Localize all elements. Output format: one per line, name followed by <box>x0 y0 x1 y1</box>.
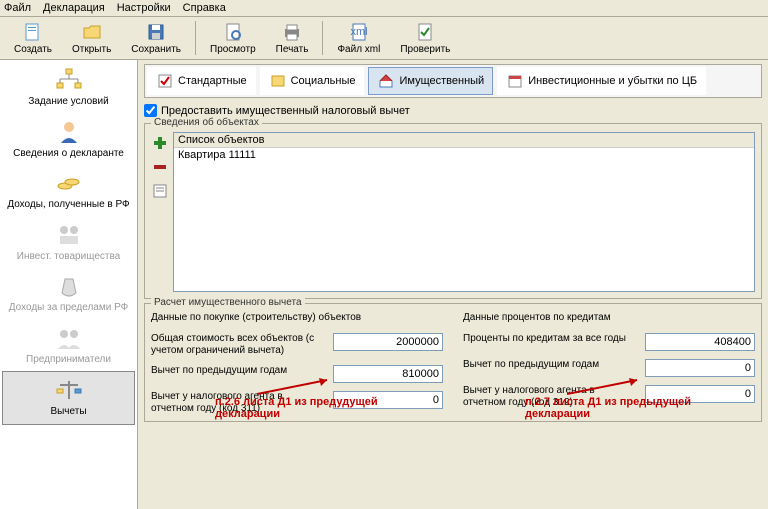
edit-object-button[interactable] <box>151 182 169 200</box>
open-button[interactable]: Открыть <box>62 19 121 57</box>
left-agent-input[interactable] <box>333 391 443 409</box>
objects-group: Сведения об объектах Список объектов Ква… <box>144 123 762 299</box>
checklist-icon <box>156 72 174 90</box>
calc-group: Расчет имущественного вычета Данные по п… <box>144 303 762 422</box>
separator <box>195 21 196 55</box>
book-icon <box>269 72 287 90</box>
interest-input[interactable] <box>645 333 755 351</box>
grant-deduction-label: Предоставить имущественный налоговый выч… <box>161 105 410 117</box>
sidebar-item-entrepreneurs[interactable]: Предприниматели <box>0 320 137 372</box>
coins-icon <box>53 169 85 197</box>
right-agent-label: Вычет у налогового агента в отчетном год… <box>463 385 639 409</box>
print-button[interactable]: Печать <box>266 19 319 57</box>
sidebar-item-declarant[interactable]: Сведения о декларанте <box>0 114 137 166</box>
save-icon <box>145 21 167 43</box>
tab-standard[interactable]: Стандартные <box>147 67 256 95</box>
calc-right-column: Данные процентов по кредитам Проценты по… <box>463 312 755 415</box>
tab-invest-loss[interactable]: Инвестиционные и убытки по ЦБ <box>497 67 706 95</box>
object-tools <box>151 132 169 292</box>
tree-icon <box>53 66 85 94</box>
person-icon <box>53 118 85 146</box>
sidebar-item-income-rf[interactable]: Доходы, полученные в РФ <box>0 165 137 217</box>
check-icon <box>414 21 436 43</box>
add-object-button[interactable] <box>151 134 169 152</box>
menu-declaration[interactable]: Декларация <box>43 2 105 14</box>
calc-group-title: Расчет имущественного вычета <box>151 297 305 308</box>
calc-right-heading: Данные процентов по кредитам <box>463 312 755 323</box>
house-icon <box>377 72 395 90</box>
total-cost-input[interactable] <box>333 333 443 351</box>
people-icon <box>53 324 85 352</box>
grant-deduction-checkbox[interactable] <box>144 104 157 117</box>
calendar-icon <box>506 72 524 90</box>
objects-list[interactable]: Список объектов Квартира 11111 <box>173 132 755 292</box>
preview-icon <box>222 21 244 43</box>
left-agent-label: Вычет у налогового агента в отчетном год… <box>151 391 327 415</box>
remove-object-button[interactable] <box>151 158 169 176</box>
file-xml-button[interactable]: xml Файл xml <box>327 19 390 57</box>
handshake-icon <box>53 221 85 249</box>
sidebar-item-invest[interactable]: Инвест. товарищества <box>0 217 137 269</box>
money-bag-icon <box>53 272 85 300</box>
create-button[interactable]: Создать <box>4 19 62 57</box>
sidebar-item-income-abroad[interactable]: Доходы за пределами РФ <box>0 268 137 320</box>
scales-icon <box>53 376 85 404</box>
right-prev-years-input[interactable] <box>645 359 755 377</box>
objects-group-title: Сведения об объектах <box>151 117 262 128</box>
check-button[interactable]: Проверить <box>390 19 460 57</box>
sidebar-item-conditions[interactable]: Задание условий <box>0 62 137 114</box>
deduction-tabs: Стандартные Социальные Имущественный Инв… <box>144 64 762 98</box>
menu-settings[interactable]: Настройки <box>117 2 171 14</box>
sidebar: Задание условий Сведения о декларанте До… <box>0 60 138 509</box>
separator <box>322 21 323 55</box>
tab-property[interactable]: Имущественный <box>368 67 493 95</box>
objects-list-header: Список объектов <box>174 133 754 148</box>
menu-file[interactable]: Файл <box>4 2 31 14</box>
list-item[interactable]: Квартира 11111 <box>174 148 754 162</box>
total-cost-label: Общая стоимость всех объектов (с учетом … <box>151 333 327 357</box>
content-area: Стандартные Социальные Имущественный Инв… <box>138 60 768 509</box>
menu-help[interactable]: Справка <box>183 2 226 14</box>
svg-text:xml: xml <box>350 26 367 38</box>
calc-left-heading: Данные по покупке (строительству) объект… <box>151 312 443 323</box>
interest-label: Проценты по кредитам за все годы <box>463 333 639 345</box>
folder-open-icon <box>81 21 103 43</box>
menu-bar: Файл Декларация Настройки Справка <box>0 0 768 17</box>
preview-button[interactable]: Просмотр <box>200 19 266 57</box>
main-toolbar: Создать Открыть Сохранить Просмотр Печат… <box>0 17 768 60</box>
new-file-icon <box>22 21 44 43</box>
sidebar-item-deductions[interactable]: Вычеты <box>2 371 135 425</box>
calc-left-column: Данные по покупке (строительству) объект… <box>151 312 443 415</box>
right-prev-years-label: Вычет по предыдущим годам <box>463 359 639 371</box>
left-prev-years-input[interactable] <box>333 365 443 383</box>
tab-social[interactable]: Социальные <box>260 67 365 95</box>
right-agent-input[interactable] <box>645 385 755 403</box>
xml-file-icon: xml <box>348 21 370 43</box>
left-prev-years-label: Вычет по предыдущим годам <box>151 365 327 377</box>
print-icon <box>281 21 303 43</box>
save-button[interactable]: Сохранить <box>121 19 191 57</box>
